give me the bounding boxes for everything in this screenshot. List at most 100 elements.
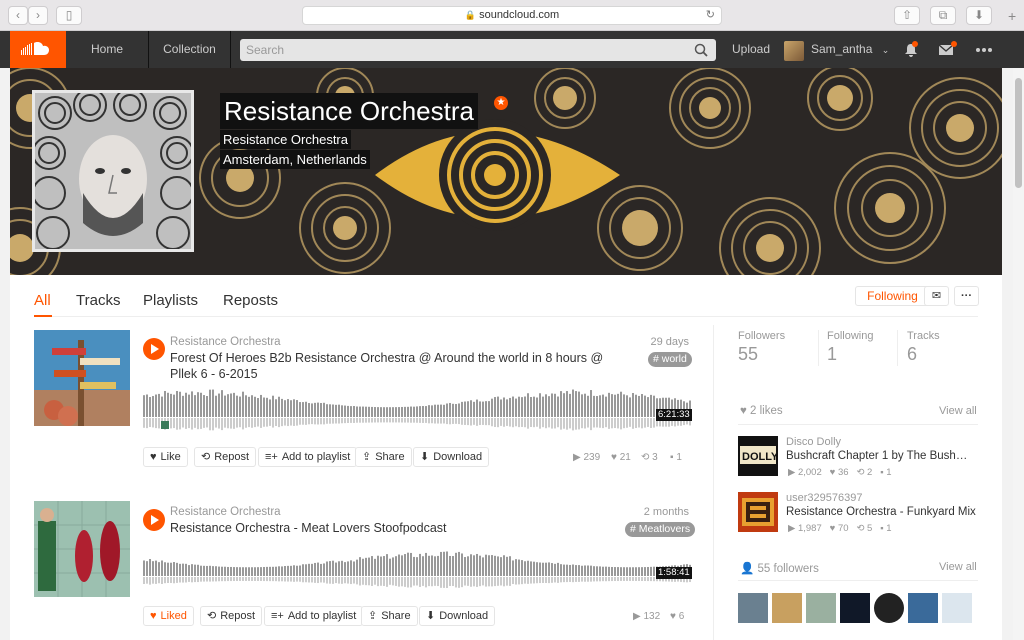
- sidebar-icon[interactable]: ▯: [56, 6, 82, 25]
- waveform[interactable]: [143, 549, 691, 589]
- add-to-playlist-button[interactable]: ≡+ Add to playlist: [258, 447, 358, 467]
- new-tab-icon[interactable]: +: [1008, 8, 1016, 24]
- liked-track-user[interactable]: user329576397: [786, 492, 862, 504]
- comment-count: ▪ 1: [670, 452, 682, 463]
- followers-count[interactable]: 55: [738, 344, 758, 365]
- follower-avatar[interactable]: [942, 593, 972, 623]
- liked-track-reposts: 2: [867, 467, 873, 478]
- main-content: All Tracks Playlists Reposts Following ✉…: [10, 275, 1002, 640]
- sidebar-divider: [713, 325, 714, 640]
- ellipsis-icon: ···: [961, 290, 972, 302]
- lock-icon: 🔒: [464, 10, 477, 20]
- tabs-icon[interactable]: ⧉: [930, 6, 956, 25]
- nav-home[interactable]: Home: [66, 31, 149, 68]
- username: Sam_antha: [811, 42, 873, 56]
- follower-avatar[interactable]: [772, 593, 802, 623]
- play-count: ▶ 132: [633, 611, 660, 622]
- liked-track-artwork[interactable]: DOLLY: [738, 436, 778, 476]
- following-label[interactable]: Following: [827, 330, 873, 342]
- track-artwork[interactable]: [34, 501, 130, 597]
- download-label: Download: [433, 451, 483, 463]
- download-label: Download: [439, 610, 489, 622]
- track-user[interactable]: Resistance Orchestra: [170, 336, 281, 348]
- track-user[interactable]: Resistance Orchestra: [170, 506, 281, 518]
- following-button[interactable]: Following: [855, 286, 930, 306]
- liked-button[interactable]: ♥ Liked: [143, 606, 194, 626]
- search-input[interactable]: Search: [240, 39, 716, 61]
- avatar[interactable]: [784, 41, 804, 61]
- upload-link[interactable]: Upload: [732, 31, 770, 68]
- follower-avatar[interactable]: [806, 593, 836, 623]
- track-tag[interactable]: # world: [648, 352, 692, 367]
- followers-label[interactable]: Followers: [738, 330, 785, 342]
- chevron-down-icon: ⌄: [881, 45, 890, 55]
- search-icon[interactable]: [694, 43, 708, 57]
- followers-header[interactable]: 👤 55 followers: [740, 561, 819, 575]
- heart-count-icon: ♥: [670, 611, 679, 622]
- liked-track-user[interactable]: Disco Dolly: [786, 436, 841, 448]
- likes-view-all[interactable]: View all: [939, 405, 977, 417]
- repost-button[interactable]: ⟲ Repost: [200, 606, 263, 626]
- share-icon: ⇪: [368, 610, 378, 622]
- liked-track-artwork[interactable]: [738, 492, 778, 532]
- stat-divider: [897, 330, 898, 366]
- play-count: ▶ 239: [573, 452, 600, 463]
- forward-icon[interactable]: ›: [28, 6, 48, 25]
- share-icon[interactable]: ⇧: [894, 6, 920, 25]
- tab-all[interactable]: All: [34, 292, 51, 309]
- track-title[interactable]: Forest Of Heroes B2b Resistance Orchestr…: [170, 350, 603, 366]
- downloads-icon[interactable]: ⬇: [966, 6, 992, 25]
- more-icon[interactable]: [975, 42, 993, 58]
- user-icon: 👤: [740, 563, 758, 575]
- tracks-label[interactable]: Tracks: [907, 330, 940, 342]
- user-menu[interactable]: Sam_antha ⌄: [811, 31, 889, 69]
- search-placeholder: Search: [246, 43, 285, 57]
- liked-track-likes: 70: [837, 523, 849, 534]
- comment-count-value: 1: [676, 452, 682, 463]
- play-button[interactable]: [143, 509, 165, 531]
- play-button[interactable]: [143, 338, 165, 360]
- repost-button[interactable]: ⟲ Repost: [194, 447, 257, 467]
- nav-collection[interactable]: Collection: [149, 31, 231, 68]
- track-tag[interactable]: # Meatlovers: [625, 522, 696, 537]
- tab-playlists[interactable]: Playlists: [143, 292, 198, 309]
- heart-header-icon: ♥: [740, 405, 751, 417]
- download-button[interactable]: ⬇ Download: [413, 447, 490, 467]
- share-button[interactable]: ⇪ Share: [355, 447, 412, 467]
- add-to-playlist-button[interactable]: ≡+ Add to playlist: [264, 606, 364, 626]
- track-title[interactable]: Resistance Orchestra - Meat Lovers Stoof…: [170, 520, 447, 536]
- waveform[interactable]: [143, 387, 691, 433]
- profile-name: Resistance Orchestra: [220, 93, 478, 129]
- track-title-line2[interactable]: Pllek 6 - 6-2015: [170, 366, 258, 382]
- share-label: Share: [375, 451, 405, 463]
- scroll-thumb[interactable]: [1015, 78, 1022, 188]
- followers-header-label: 55 followers: [757, 563, 819, 575]
- tab-tracks[interactable]: Tracks: [76, 292, 120, 309]
- reload-icon[interactable]: ↻: [706, 7, 715, 24]
- follower-avatar[interactable]: [908, 593, 938, 623]
- tracks-count[interactable]: 6: [907, 344, 917, 365]
- likes-header[interactable]: ♥ 2 likes: [740, 405, 783, 417]
- like-count: ♥ 21: [611, 452, 631, 463]
- like-button[interactable]: ♥ Like: [143, 447, 188, 467]
- message-button[interactable]: ✉: [924, 286, 949, 306]
- soundcloud-logo-icon[interactable]: [10, 31, 66, 68]
- liked-track-title[interactable]: Resistance Orchestra - Funkyard Mix: [786, 506, 976, 518]
- following-count[interactable]: 1: [827, 344, 837, 365]
- browser-toolbar: ‹ › ▯ 🔒 soundcloud.com ↻ ⇧ ⧉ ⬇ +: [0, 0, 1024, 31]
- share-button[interactable]: ⇪ Share: [361, 606, 418, 626]
- tab-reposts[interactable]: Reposts: [223, 292, 278, 309]
- comment-avatar[interactable]: [161, 421, 169, 429]
- follower-avatar[interactable]: [738, 593, 768, 623]
- back-icon[interactable]: ‹: [8, 6, 28, 25]
- track-artwork[interactable]: [34, 330, 130, 426]
- followers-view-all[interactable]: View all: [939, 561, 977, 573]
- download-button[interactable]: ⬇ Download: [419, 606, 496, 626]
- more-button[interactable]: ···: [954, 286, 979, 306]
- page-scrollbar[interactable]: [1013, 68, 1024, 640]
- liked-track-title[interactable]: Bushcraft Chapter 1 by The Bushman: [786, 450, 976, 462]
- address-bar[interactable]: 🔒 soundcloud.com ↻: [302, 6, 722, 25]
- follower-avatar[interactable]: [874, 593, 904, 623]
- follower-avatar[interactable]: [840, 593, 870, 623]
- notification-dot: [912, 41, 918, 47]
